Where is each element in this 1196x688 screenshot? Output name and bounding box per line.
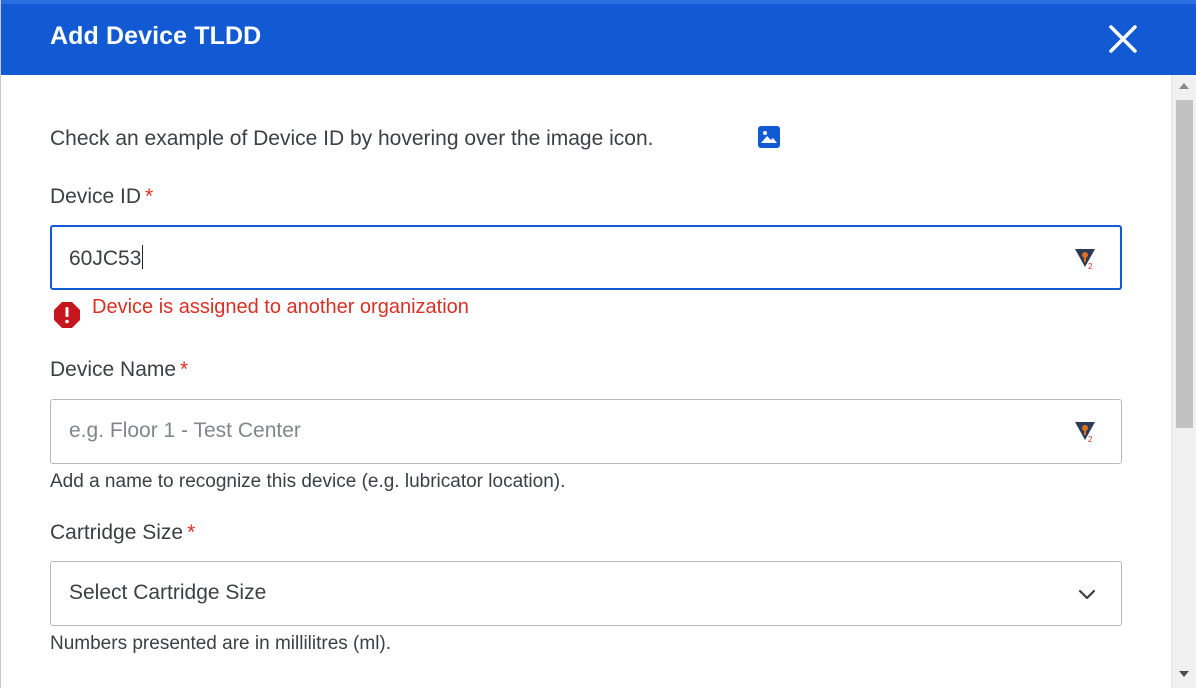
scroll-up-icon[interactable] bbox=[1179, 83, 1189, 89]
device-id-label: Device ID * bbox=[50, 185, 154, 208]
close-button[interactable] bbox=[1105, 21, 1141, 57]
svg-text:2: 2 bbox=[1088, 262, 1093, 271]
device-name-help: Add a name to recognize this device (e.g… bbox=[50, 471, 566, 492]
dialog-header: Add Device TLDD bbox=[1, 0, 1196, 75]
error-message: Device is assigned to another organizati… bbox=[92, 296, 469, 318]
cartridge-size-select[interactable]: Select Cartridge Size bbox=[50, 561, 1122, 626]
scrollbar[interactable] bbox=[1171, 75, 1196, 688]
required-asterisk: * bbox=[145, 185, 154, 208]
device-id-value: 60JC53 bbox=[69, 247, 142, 270]
required-asterisk: * bbox=[180, 358, 189, 381]
device-name-placeholder: e.g. Floor 1 - Test Center bbox=[69, 419, 301, 442]
dialog-title: Add Device TLDD bbox=[50, 22, 262, 50]
device-name-label: Device Name * bbox=[50, 358, 189, 381]
scroll-down-icon[interactable] bbox=[1179, 671, 1189, 677]
password-manager-icon[interactable]: 2 bbox=[1074, 420, 1096, 444]
close-icon bbox=[1109, 25, 1137, 53]
chevron-down-icon bbox=[1078, 589, 1096, 600]
svg-text:2: 2 bbox=[1088, 435, 1093, 444]
scroll-thumb[interactable] bbox=[1176, 100, 1193, 428]
device-id-input[interactable]: 60JC53 2 bbox=[50, 225, 1122, 290]
device-id-hint: Check an example of Device ID by hoverin… bbox=[50, 127, 654, 150]
text-caret bbox=[142, 245, 144, 269]
cartridge-size-label: Cartridge Size * bbox=[50, 521, 196, 544]
cartridge-size-selected: Select Cartridge Size bbox=[69, 581, 267, 604]
password-manager-icon[interactable]: 2 bbox=[1074, 247, 1096, 271]
error-icon bbox=[54, 302, 80, 328]
cartridge-size-help: Numbers presented are in millilitres (ml… bbox=[50, 633, 392, 654]
add-device-dialog: Add Device TLDD Check an example of Devi… bbox=[0, 0, 1196, 688]
device-name-input[interactable]: e.g. Floor 1 - Test Center 2 bbox=[50, 399, 1122, 464]
required-asterisk: * bbox=[187, 521, 196, 544]
image-icon[interactable] bbox=[758, 126, 780, 148]
